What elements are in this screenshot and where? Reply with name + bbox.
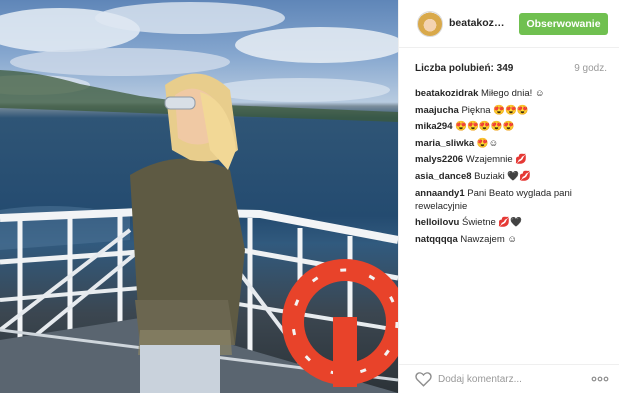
avatar[interactable] — [417, 11, 443, 37]
comment-username[interactable]: maria_sliwka — [415, 138, 474, 149]
comment-item: asia_dance8 Buziaki 🖤💋 — [415, 170, 611, 183]
comment-text: 😍☺ — [476, 137, 499, 149]
post-details-panel: beatakozidrak Obserwowanie Liczba polubi… — [398, 0, 619, 393]
comment-footer — [399, 364, 619, 393]
add-comment-input[interactable] — [438, 370, 578, 388]
comment-item: beatakozidrak Miłego dnia! ☺ — [415, 87, 611, 100]
likes-row: Liczba polubień: 349 9 godz. — [415, 63, 607, 77]
comment-username[interactable]: beatakozidrak — [415, 88, 478, 99]
likes-count[interactable]: 349 — [497, 63, 514, 74]
comment-username[interactable]: annaandy1 — [415, 188, 465, 199]
post-header: beatakozidrak Obserwowanie — [399, 0, 619, 48]
comment-username[interactable]: helloilovu — [415, 217, 459, 228]
comment-text: Buziaki 🖤💋 — [474, 170, 532, 182]
comment-item: malys2206 Wzajemnie 💋 — [415, 153, 611, 166]
likes-label: Liczba polubień: — [415, 63, 494, 74]
comment-item: maajucha Piękna 😍😍😍 — [415, 104, 611, 117]
post-photo[interactable] — [0, 0, 398, 393]
more-options-icon[interactable] — [591, 376, 609, 382]
post-photo-illustration — [0, 2, 398, 393]
comment-item: mika294 😍😍😍😍😍 — [415, 120, 611, 133]
comment-username[interactable]: natqqqqa — [415, 234, 458, 245]
comment-text: Wzajemnie 💋 — [465, 154, 528, 166]
comment-item: helloilovu Świetne 💋🖤 — [415, 216, 611, 229]
author-username[interactable]: beatakozidrak — [449, 17, 507, 29]
comments-list: beatakozidrak Miłego dnia! ☺ maajucha Pi… — [415, 87, 611, 249]
comment-text: 😍😍😍😍😍 — [455, 121, 515, 133]
comment-username[interactable]: mika294 — [415, 121, 453, 132]
comment-item: maria_sliwka 😍☺ — [415, 137, 611, 150]
comment-item: annaandy1 Pani Beato wyglada pani rewela… — [415, 187, 611, 213]
comment-username[interactable]: maajucha — [415, 105, 459, 116]
post-timestamp[interactable]: 9 godz. — [574, 63, 607, 74]
comment-text: Miłego dnia! ☺ — [481, 88, 545, 99]
follow-button[interactable]: Obserwowanie — [519, 13, 608, 35]
comment-text: Nawzajem ☺ — [460, 233, 518, 245]
comment-username[interactable]: asia_dance8 — [415, 171, 472, 182]
comment-username[interactable]: malys2206 — [415, 154, 463, 165]
comment-text: Piękna 😍😍😍 — [461, 104, 529, 116]
comment-text: Świetne 💋🖤 — [461, 217, 523, 229]
woman-figure — [130, 73, 245, 393]
comment-item: natqqqqa Nawzajem ☺ — [415, 233, 611, 246]
heart-outline-icon[interactable] — [415, 371, 432, 387]
